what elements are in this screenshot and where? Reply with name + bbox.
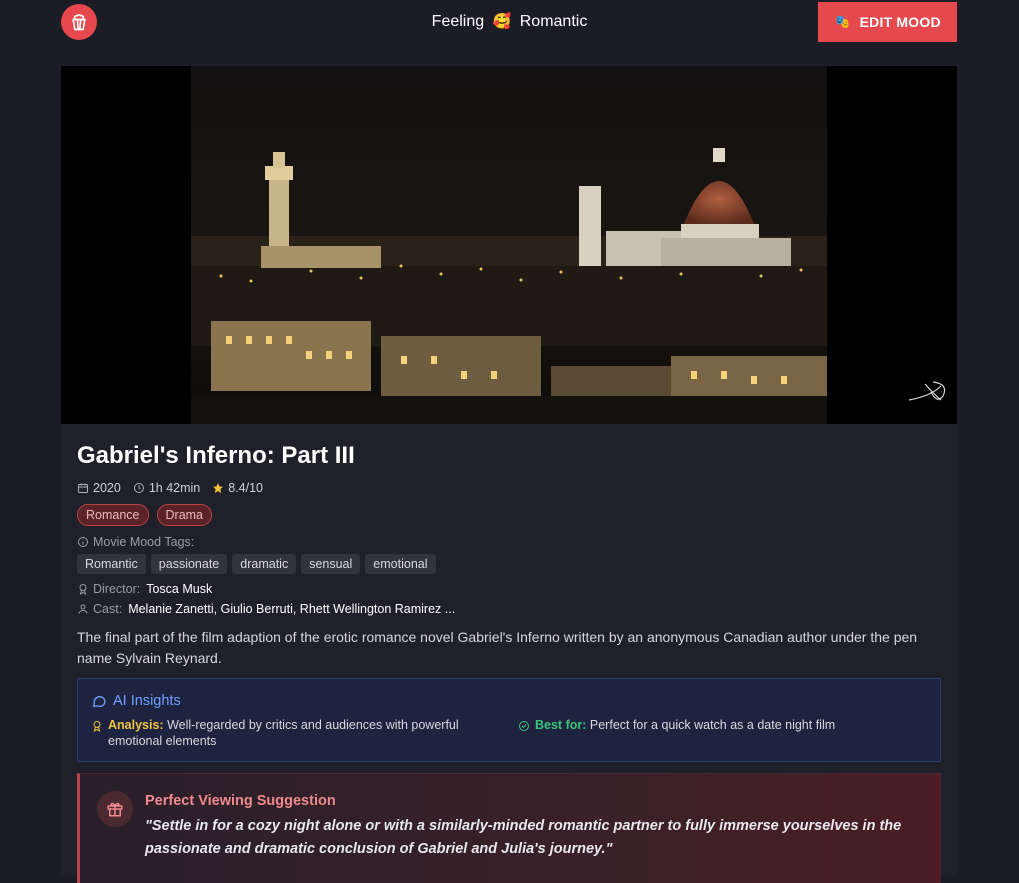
movie-duration: 1h 42min [133,481,200,495]
cast-label: Cast: [93,602,123,616]
genre-tag[interactable]: Drama [156,504,213,526]
mood-emoji: 🥰 [492,13,512,30]
mood-tag[interactable]: passionate [150,554,228,574]
info-icon [78,537,88,547]
rating-value: 8.4/10 [228,481,264,495]
check-circle-icon [519,721,529,731]
movie-year: 2020 [77,481,121,495]
ai-insights-title: AI Insights [91,693,181,709]
genre-list: Romance Drama [77,504,213,526]
mood-tag[interactable]: Romantic [77,554,146,574]
director-name: Tosca Musk [146,582,213,596]
best-for-text: Perfect for a quick watch as a date nigh… [589,718,836,732]
edit-mood-button[interactable]: 🎭 EDIT MOOD [818,2,957,42]
analysis-insight: Analysis: Well-regarded by critics and a… [91,717,491,749]
director-label: Director: [93,582,141,596]
genre-tag[interactable]: Romance [77,504,149,526]
clock-icon [133,483,144,493]
award-icon [79,584,87,595]
cast-names: Melanie Zanetti, Giulio Berruti, Rhett W… [128,602,456,616]
mood-tag-list: Romantic passionate dramatic sensual emo… [77,554,436,574]
movie-backdrop-image [61,66,957,424]
best-for-label: Best for: [535,718,587,732]
award-icon [93,721,101,733]
suggestion-title: Perfect Viewing Suggestion [145,793,336,809]
edit-mood-label: EDIT MOOD [859,14,941,30]
analysis-label: Analysis: [108,718,164,732]
theater-masks-icon: 🎭 [834,14,851,29]
user-icon [78,604,88,614]
movie-details-card: Gabriel's Inferno: Part III 2020 1h 42mi… [61,424,957,883]
movie-meta: 2020 1h 42min 8.4/10 [77,481,263,495]
gift-icon [107,802,123,817]
viewing-suggestion-panel: Perfect Viewing Suggestion "Settle in fo… [77,773,941,883]
mood-tag[interactable]: dramatic [232,554,297,574]
movie-description: The final part of the film adaption of t… [77,629,918,666]
duration-value: 1h 42min [148,481,201,495]
star-icon [213,483,224,493]
gift-icon-badge [97,791,133,827]
mood-tag[interactable]: emotional [365,554,436,574]
calendar-icon [78,483,88,493]
chat-bubble-icon [92,696,106,708]
year-value: 2020 [93,481,121,495]
suggestion-text: "Settle in for a cozy night alone or wit… [145,818,902,857]
ai-insights-panel: AI Insights Analysis: Well-regarded by c… [77,678,941,762]
mood-prefix: Feeling [431,13,485,30]
mood-name: Romantic [519,13,588,30]
cast-line: Cast: Melanie Zanetti, Giulio Berruti, R… [77,602,455,616]
best-for-insight: Best for: Perfect for a quick watch as a… [518,717,835,733]
movie-title: Gabriel's Inferno: Part III [77,442,355,469]
ai-insights-title-text: AI Insights [113,693,181,709]
mood-tags-label-text: Movie Mood Tags: [93,535,195,549]
director-line: Director: Tosca Musk [77,582,212,596]
mood-tag[interactable]: sensual [301,554,361,574]
movie-rating: 8.4/10 [212,481,263,495]
mood-tags-label: Movie Mood Tags: [77,535,194,549]
top-header: Feeling 🥰 Romantic 🎭 EDIT MOOD [0,0,1019,44]
